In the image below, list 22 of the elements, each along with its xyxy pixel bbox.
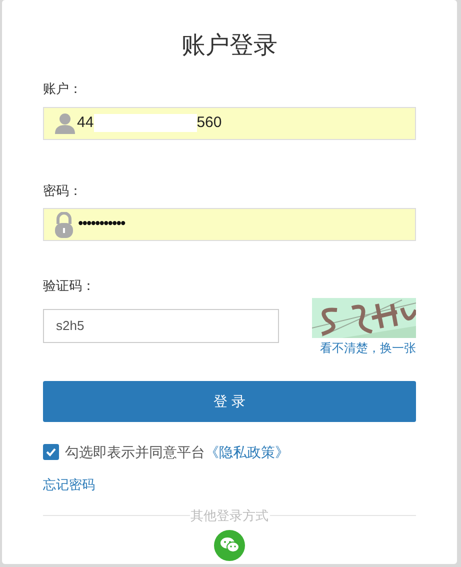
- password-field[interactable]: •••••••••••: [43, 208, 416, 241]
- check-icon: [45, 446, 57, 458]
- captcha-label: 验证码：: [43, 277, 95, 295]
- forgot-password-link[interactable]: 忘记密码: [43, 474, 95, 494]
- login-button[interactable]: 登 录: [43, 380, 416, 422]
- agreement-checkbox[interactable]: [43, 444, 59, 460]
- password-label: 密码：: [43, 182, 82, 200]
- captcha-field[interactable]: s2h5: [43, 308, 279, 342]
- wechat-login-button[interactable]: [214, 530, 245, 560]
- agreement-text: 勾选即表示并同意平台: [65, 442, 205, 462]
- lock-icon: [54, 212, 74, 238]
- account-label: 账户：: [43, 80, 82, 98]
- privacy-policy-link[interactable]: 《隐私政策》: [205, 442, 289, 462]
- other-login-label: 其他登录方式: [190, 507, 270, 525]
- account-field[interactable]: 44 560: [43, 106, 416, 140]
- chat-bubbles-icon: [220, 537, 240, 553]
- login-title: 账户登录: [182, 31, 278, 61]
- account-value-end: 560: [196, 112, 222, 133]
- refresh-captcha-link[interactable]: 看不清楚，换一张: [320, 338, 416, 356]
- user-icon: [54, 112, 76, 134]
- password-value: •••••••••••: [78, 214, 125, 234]
- account-value-start: 44: [77, 112, 94, 133]
